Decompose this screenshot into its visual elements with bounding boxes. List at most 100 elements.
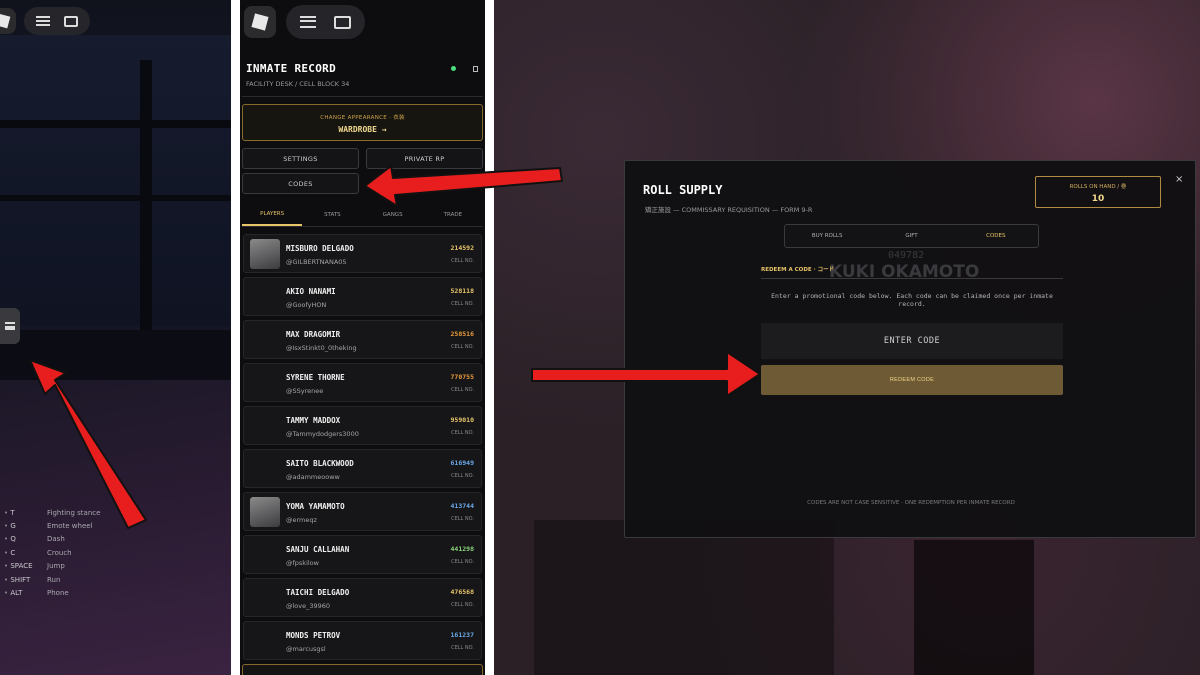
player-handle: @Tammydodgers3000 bbox=[286, 430, 359, 438]
player-handle: @love_39960 bbox=[286, 602, 331, 610]
player-row[interactable]: SYRENE THORNE @SSyrenee 770755 CELL NO. bbox=[243, 363, 482, 402]
cell-number: 616949 bbox=[450, 459, 474, 467]
private-rp-button[interactable]: PRIVATE RP bbox=[366, 148, 483, 169]
player-row[interactable]: SANJU CALLAHAN @fpskilow 441298 CELL NO. bbox=[243, 535, 482, 574]
player-handle: @GILBERTNANA05 bbox=[286, 258, 347, 266]
online-status-icon bbox=[451, 66, 456, 71]
divider bbox=[761, 278, 1063, 279]
side-menu-toggle[interactable] bbox=[0, 308, 20, 344]
menu-tabs: PLAYERS STATS GANGS TRADE bbox=[242, 203, 483, 227]
player-row[interactable]: MONDS PETROV @marcusgsl 161237 CELL NO. bbox=[243, 621, 482, 660]
wardrobe-button[interactable]: CHANGE APPEARANCE · 衣装 WARDROBE → bbox=[242, 104, 483, 141]
roblox-topbar bbox=[0, 7, 90, 35]
player-handle: @SSyrenee bbox=[286, 387, 324, 395]
player-row[interactable]: YOMA YAMAMOTO @ermeqz 413744 CELL NO. bbox=[243, 492, 482, 531]
wardrobe-label: WARDROBE → bbox=[338, 125, 387, 134]
background-cell-number: 049782 bbox=[888, 250, 925, 261]
modal-tabs: BUY ROLLS GIFT CODES bbox=[784, 224, 1039, 248]
wall-shadow bbox=[0, 330, 231, 380]
tab-buy-rolls[interactable]: BUY ROLLS bbox=[785, 225, 869, 247]
hamburger-menu-icon[interactable] bbox=[36, 16, 50, 26]
tab-players[interactable]: PLAYERS bbox=[242, 203, 303, 226]
window-frame bbox=[140, 60, 152, 360]
list-item-partial bbox=[242, 664, 483, 675]
keybind-action: Crouch bbox=[47, 548, 72, 557]
player-handle: @IsxStinkt0_0theking bbox=[286, 344, 357, 352]
background-inmate-name: KUKI OKAMOTO bbox=[829, 262, 980, 282]
settings-button[interactable]: SETTINGS bbox=[242, 148, 359, 169]
background-shadow bbox=[534, 520, 834, 675]
player-name: TAICHI DELGADO bbox=[286, 588, 350, 597]
section-label: REDEEM A CODE · コード bbox=[761, 267, 835, 273]
roblox-logo-icon[interactable] bbox=[244, 6, 276, 38]
cell-label: CELL NO. bbox=[451, 301, 474, 307]
keybind-key: C bbox=[4, 549, 47, 557]
tab-stats[interactable]: STATS bbox=[302, 203, 362, 226]
cell-number: 258516 bbox=[450, 330, 474, 338]
code-description: Enter a promotional code below. Each cod… bbox=[771, 292, 1053, 308]
player-row[interactable]: SAITO BLACKWOOD @adammeooww 616949 CELL NO. bbox=[243, 449, 482, 488]
cell-number: 214592 bbox=[450, 244, 474, 252]
window-frame bbox=[0, 120, 231, 128]
cell-label: CELL NO. bbox=[451, 258, 474, 264]
redeem-code-button[interactable]: REDEEM CODE bbox=[761, 365, 1063, 395]
chat-icon[interactable] bbox=[334, 15, 351, 29]
keybind-key: T bbox=[4, 509, 47, 517]
divider bbox=[242, 96, 483, 97]
tab-gangs[interactable]: GANGS bbox=[363, 203, 423, 226]
player-row[interactable]: TAMMY MADDOX @Tammydodgers3000 959010 CELL … bbox=[243, 406, 482, 445]
cell-label: CELL NO. bbox=[451, 473, 474, 479]
chat-icon[interactable] bbox=[64, 15, 78, 27]
keybind-row: GEmote wheel bbox=[4, 519, 100, 532]
wardrobe-caption: CHANGE APPEARANCE · 衣装 bbox=[320, 115, 405, 121]
keybind-action: Jump bbox=[47, 562, 65, 571]
avatar bbox=[250, 497, 280, 527]
player-name: MAX DRAGOMIR bbox=[286, 330, 341, 339]
player-handle: @fpskilow bbox=[286, 559, 319, 567]
player-list: MISBURO DELGADO @GILBERTNANA05 214592 CELL … bbox=[243, 234, 482, 664]
player-row[interactable]: AKIO NANAMI @GoofyHON 528118 CELL NO. bbox=[243, 277, 482, 316]
tab-trade[interactable]: TRADE bbox=[423, 203, 483, 226]
player-name: AKIO NANAMI bbox=[286, 287, 336, 296]
cell-label: CELL NO. bbox=[451, 430, 474, 436]
keybind-action: Dash bbox=[47, 535, 65, 544]
tab-codes[interactable]: CODES bbox=[954, 225, 1038, 247]
keybind-action: Run bbox=[47, 575, 61, 584]
cell-label: CELL NO. bbox=[451, 387, 474, 393]
player-name: SAITO BLACKWOOD bbox=[286, 459, 354, 468]
player-row[interactable]: TAICHI DELGADO @love_39960 476568 CELL NO. bbox=[243, 578, 482, 617]
topbar-pill bbox=[286, 5, 365, 39]
hamburger-menu-icon[interactable] bbox=[300, 16, 316, 28]
player-row[interactable]: MAX DRAGOMIR @IsxStinkt0_0theking 258516 CE… bbox=[243, 320, 482, 359]
cell-number: 528118 bbox=[450, 287, 474, 295]
player-handle: @ermeqz bbox=[286, 516, 317, 524]
page-title: INMATE RECORD bbox=[246, 62, 336, 75]
player-name: MISBURO DELGADO bbox=[286, 244, 354, 253]
topbar-pill bbox=[24, 7, 90, 35]
rolls-label: ROLLS ON HAND / 巻 bbox=[1069, 184, 1127, 190]
window-frame bbox=[0, 195, 231, 201]
roblox-logo-icon[interactable] bbox=[0, 8, 16, 34]
player-row[interactable]: MISBURO DELGADO @GILBERTNANA05 214592 CELL … bbox=[243, 234, 482, 273]
keybind-row: TFighting stance bbox=[4, 506, 100, 519]
player-handle: @adammeooww bbox=[286, 473, 340, 481]
codes-button[interactable]: CODES bbox=[242, 173, 359, 194]
keybind-row: ALTPhone bbox=[4, 586, 100, 599]
code-input[interactable] bbox=[761, 323, 1063, 359]
window-icon[interactable] bbox=[473, 66, 478, 72]
close-icon[interactable]: × bbox=[1175, 174, 1183, 185]
player-name: SANJU CALLAHAN bbox=[286, 545, 350, 554]
keybind-action: Fighting stance bbox=[47, 508, 101, 517]
cell-label: CELL NO. bbox=[451, 602, 474, 608]
keybind-key: G bbox=[4, 522, 47, 530]
tab-gift[interactable]: GIFT bbox=[869, 225, 953, 247]
player-name: TAMMY MADDOX bbox=[286, 416, 341, 425]
cell-number: 959010 bbox=[450, 416, 474, 424]
modal-footer-note: CODES ARE NOT CASE SENSITIVE · ONE REDEM… bbox=[807, 500, 1015, 506]
cell-number: 413744 bbox=[450, 502, 474, 510]
keybind-row: QDash bbox=[4, 533, 100, 546]
page-subtitle: FACILITY DESK / CELL BLOCK 34 bbox=[246, 80, 350, 88]
keybind-action: Emote wheel bbox=[47, 522, 93, 531]
hamburger-menu-icon bbox=[5, 322, 15, 330]
game-view-left: TFighting stance GEmote wheel QDash CCro… bbox=[0, 0, 231, 675]
